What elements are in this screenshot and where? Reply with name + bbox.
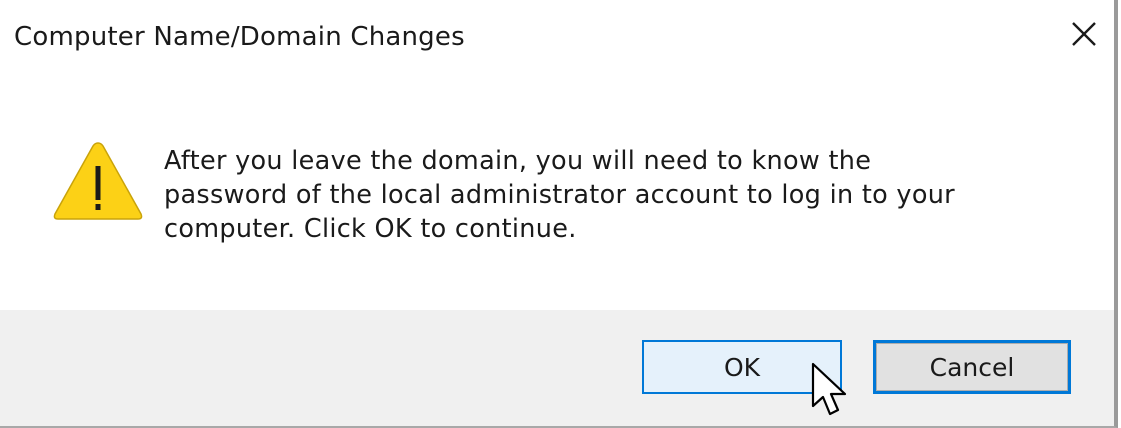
dialog-window: Computer Name/Domain Changes After you l… [0,0,1118,428]
close-icon [1072,22,1096,46]
title-bar: Computer Name/Domain Changes [0,0,1114,88]
ok-button[interactable]: OK [642,340,842,394]
warning-triangle-icon [53,142,143,220]
message-line: After you leave the domain, you will nee… [164,146,872,176]
dialog-title: Computer Name/Domain Changes [14,22,465,52]
button-bar: OK Cancel [0,310,1114,426]
close-button[interactable] [1062,12,1106,56]
cancel-button[interactable]: Cancel [873,340,1071,394]
dialog-message: After you leave the domain, you will nee… [164,144,1064,246]
dialog-content: After you leave the domain, you will nee… [0,88,1114,310]
message-line: password of the local administrator acco… [164,180,955,210]
message-line: computer. Click OK to continue. [164,214,577,244]
